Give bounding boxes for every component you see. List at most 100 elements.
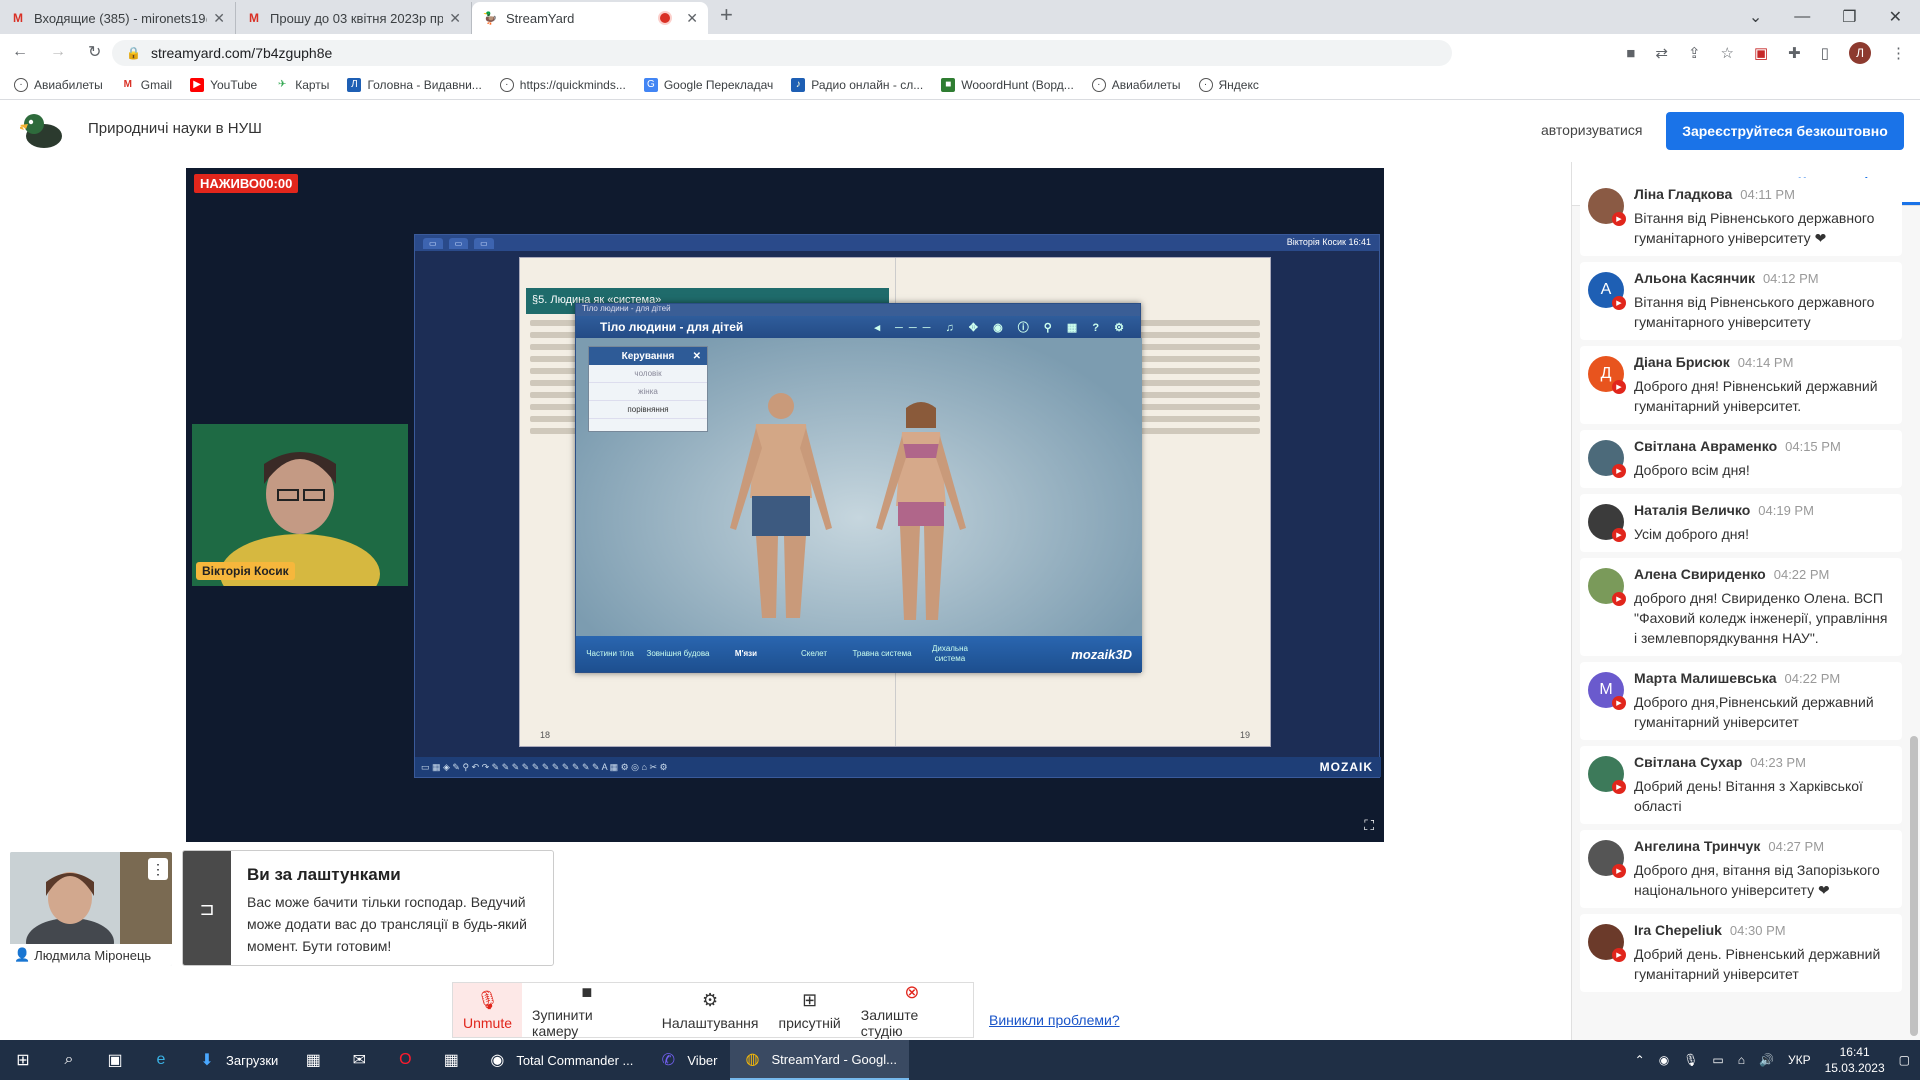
sidepanel-icon[interactable]: ▯: [1821, 44, 1829, 62]
signup-button[interactable]: Зареєструйтеся безкоштовно: [1666, 112, 1904, 150]
menu-icon[interactable]: ⋮: [1891, 44, 1906, 62]
close-icon[interactable]: ✕: [449, 10, 461, 27]
youtube-icon: ▶: [1612, 696, 1626, 710]
bookmark-item[interactable]: · https://quickminds...: [499, 77, 626, 92]
translate-icon[interactable]: ⇄: [1655, 44, 1668, 62]
comments-scrollbar[interactable]: [1910, 206, 1918, 1040]
bookmark-item[interactable]: · Авиабилеты: [1091, 77, 1181, 92]
close-icon[interactable]: ✕: [693, 351, 701, 362]
problems-link[interactable]: Виникли проблеми?: [989, 1012, 1120, 1028]
new-tab-button[interactable]: +: [720, 2, 733, 28]
browser-tabbar: M Входящие (385) - mironets19@g ✕ M Прош…: [0, 0, 1920, 34]
notifications-icon[interactable]: ▢: [1899, 1053, 1910, 1067]
more-options-icon[interactable]: ⋮: [148, 858, 168, 880]
nav-item[interactable]: Зовнішня будова: [644, 649, 712, 659]
reload-icon[interactable]: ↻: [88, 42, 101, 62]
fullscreen-icon[interactable]: ⛶: [1364, 817, 1374, 834]
nav-item-active[interactable]: М'язи: [712, 649, 780, 659]
opera-button[interactable]: O: [382, 1040, 428, 1080]
system-tray: ⌃ ◉ 🎙 ▭ ⌂ 🔊 УКР 16:41 15.03.2023 ▢: [1635, 1040, 1920, 1080]
viber-icon: ✆: [661, 1052, 676, 1069]
comment-text: Доброго дня,Рівненський державний гумані…: [1634, 694, 1874, 730]
bookmark-item[interactable]: ▶ YouTube: [190, 77, 257, 92]
panel-option[interactable]: чоловік: [589, 365, 707, 383]
restore-button[interactable]: ❐: [1842, 7, 1856, 27]
share-icon[interactable]: ⇪: [1688, 44, 1701, 62]
comment-item: ▶ Алена Свириденко 04:22 PM доброго дня! Св…: [1580, 558, 1902, 656]
stop-camera-button[interactable]: ■ Зупинити камеру: [522, 982, 652, 1039]
wooordhunt-icon: ■: [941, 77, 956, 92]
bookmark-item[interactable]: ✈ Карты: [275, 78, 329, 92]
tray-arrow-icon[interactable]: ⌃: [1635, 1053, 1645, 1067]
gmail-icon: M: [123, 79, 132, 90]
mozaik3d-logo: mozaik3D: [1071, 647, 1132, 662]
taskbar-downloads[interactable]: ⬇ Загрузки: [184, 1040, 290, 1080]
calculator-icon: ▦: [443, 1052, 459, 1069]
language-indicator[interactable]: УКР: [1788, 1053, 1811, 1067]
host-name-label: Вікторія Косик: [196, 562, 295, 580]
browser-tab-streamyard[interactable]: 🦆 StreamYard ✕: [472, 2, 708, 34]
network-icon[interactable]: ⌂: [1738, 1053, 1745, 1067]
close-icon[interactable]: ✕: [213, 10, 225, 27]
url-field[interactable]: 🔒 streamyard.com/7b4zguph8e: [112, 40, 1452, 66]
close-icon[interactable]: ✕: [686, 10, 698, 27]
tab-title: Входящие (385) - mironets19@g: [34, 10, 208, 26]
bookmark-item[interactable]: ♪ Радио онлайн - сл...: [791, 77, 923, 92]
commenter-name: Алена Свириденко: [1634, 566, 1766, 582]
panel-option[interactable]: жінка: [589, 383, 707, 401]
close-window-button[interactable]: ✕: [1889, 7, 1902, 27]
leave-studio-button[interactable]: ⊗ Залиште студію: [851, 982, 973, 1039]
gear-icon: ⚙: [702, 989, 719, 1010]
nav-item[interactable]: Частини тіла: [576, 649, 644, 659]
calculator-button[interactable]: ▦: [428, 1040, 474, 1080]
bookmark-item[interactable]: Л Головна - Видавни...: [347, 77, 482, 92]
extension-icon[interactable]: ▣: [1754, 44, 1768, 62]
tab-search-icon[interactable]: ⌄: [1749, 7, 1762, 27]
forward-icon[interactable]: →: [50, 43, 66, 61]
bookmark-item[interactable]: G Google Перекладач: [643, 77, 773, 92]
clock[interactable]: 16:41 15.03.2023: [1825, 1044, 1885, 1076]
settings-button[interactable]: ⚙ Налаштування: [652, 983, 769, 1037]
puzzle-icon[interactable]: ✚: [1788, 44, 1801, 62]
browser-tab-gmail-message[interactable]: M Прошу до 03 квітня 2023р про ✕: [236, 2, 472, 34]
bookmark-item[interactable]: M Gmail: [121, 78, 173, 92]
windows-taskbar: ⊞ ⌕ ▣ e ⬇ Загрузки ▦ ✉ O ▦ ◉ Total Command…: [0, 1040, 1920, 1080]
unmute-button[interactable]: 🎙 Unmute: [453, 983, 523, 1037]
bookmark-star-icon[interactable]: ☆: [1721, 44, 1734, 62]
mozaik-toolbar: ▭ ▦ ◈ ✎ ⚲ ↶ ↷ ✎ ✎ ✎ ✎ ✎ ✎ ✎ ✎ ✎ ✎ ✎ A ▦ …: [415, 757, 1381, 777]
taskbar-viber[interactable]: ✆ Viber: [645, 1040, 729, 1080]
nav-item[interactable]: Травна система: [848, 649, 916, 659]
backstage-text: Вас може бачити тільки господар. Ведучий…: [247, 894, 527, 954]
comment-text: Доброго дня, вітання від Запорізького на…: [1634, 862, 1880, 898]
battery-icon[interactable]: ▭: [1712, 1053, 1723, 1067]
bookmark-item[interactable]: · Авиабилеты: [14, 77, 103, 92]
login-link[interactable]: авторизуватися: [1541, 122, 1642, 138]
browser-tab-gmail-inbox[interactable]: M Входящие (385) - mironets19@g ✕: [0, 2, 236, 34]
comment-text: доброго дня! Свириденко Олена. ВСП "Фахо…: [1634, 590, 1888, 646]
nav-item[interactable]: Скелет: [780, 649, 848, 659]
start-button[interactable]: ⊞: [0, 1040, 46, 1080]
taskbar-chrome[interactable]: ◍ StreamYard - Googl...: [729, 1040, 909, 1080]
mic-icon[interactable]: 🎙: [1683, 1053, 1698, 1067]
present-button[interactable]: ⊞ присутній: [768, 983, 850, 1037]
minimize-button[interactable]: —: [1794, 8, 1810, 26]
panel-option[interactable]: порівняння: [589, 401, 707, 419]
search-button[interactable]: ⌕: [46, 1040, 92, 1080]
webcam-icon[interactable]: ◉: [1659, 1053, 1669, 1067]
taskbar-total-commander[interactable]: ◉ Total Commander ...: [474, 1040, 645, 1080]
back-icon[interactable]: ←: [12, 43, 28, 61]
globe-icon: ·: [499, 77, 514, 92]
nav-item[interactable]: Дихальна система: [916, 644, 984, 664]
comment-time: 04:27 PM: [1768, 839, 1825, 854]
mail-button[interactable]: ✉: [336, 1040, 382, 1080]
bookmark-item[interactable]: ■ WooordHunt (Ворд...: [941, 77, 1074, 92]
store-button[interactable]: ▦: [290, 1040, 336, 1080]
bookmark-item[interactable]: · Яндекс: [1198, 77, 1259, 92]
task-view-button[interactable]: ▣: [92, 1040, 138, 1080]
volume-icon[interactable]: 🔊: [1759, 1053, 1774, 1067]
toolbar-icons[interactable]: ▭ ▦ ◈ ✎ ⚲ ↶ ↷ ✎ ✎ ✎ ✎ ✎ ✎ ✎ ✎ ✎ ✎ ✎ A ▦ …: [421, 762, 668, 773]
store-icon: ▦: [305, 1052, 321, 1069]
edge-button[interactable]: e: [138, 1040, 184, 1080]
camera-icon[interactable]: ■: [1626, 45, 1635, 62]
profile-avatar[interactable]: Л: [1849, 42, 1871, 64]
